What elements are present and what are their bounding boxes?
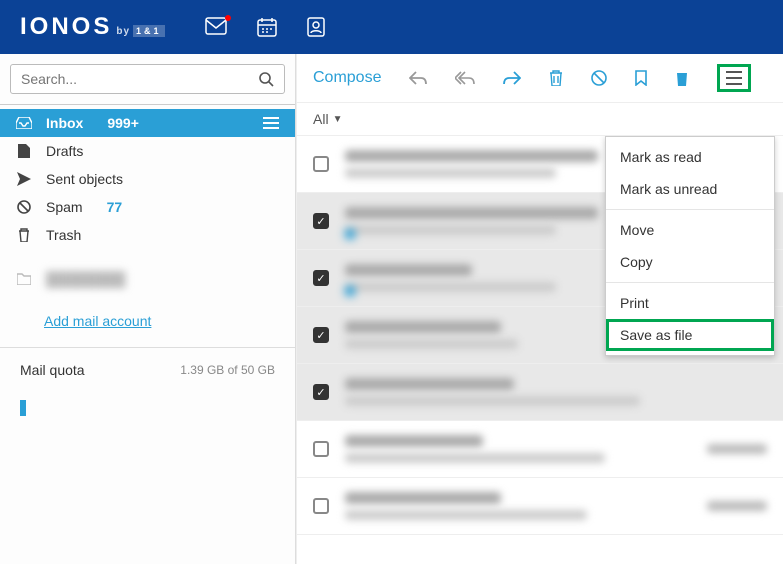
list-filter-bar: All ▼ bbox=[297, 103, 783, 136]
menu-separator bbox=[606, 209, 774, 210]
logo: IONOS by 1&1 bbox=[20, 13, 165, 41]
folder-spam-count: 77 bbox=[107, 199, 123, 215]
context-menu: Mark as read Mark as unread Move Copy Pr… bbox=[605, 136, 775, 356]
folder-spam[interactable]: Spam 77 bbox=[0, 193, 295, 221]
message-time bbox=[707, 501, 767, 511]
calendar-icon[interactable] bbox=[257, 17, 277, 37]
folder-inbox[interactable]: Inbox 999+ bbox=[0, 109, 295, 137]
menu-save-as-file[interactable]: Save as file bbox=[606, 319, 774, 351]
folder-drafts-label: Drafts bbox=[46, 143, 83, 159]
folder-custom-label: ████████ bbox=[46, 271, 125, 287]
main-pane: Compose bbox=[296, 54, 783, 564]
drafts-icon bbox=[16, 144, 32, 158]
menu-mark-read[interactable]: Mark as read bbox=[606, 141, 774, 173]
filter-all[interactable]: All bbox=[313, 111, 329, 127]
message-row[interactable] bbox=[297, 421, 783, 478]
message-row[interactable] bbox=[297, 478, 783, 535]
folder-inbox-label: Inbox bbox=[46, 115, 83, 131]
header-icons bbox=[205, 17, 325, 37]
checkbox[interactable] bbox=[313, 498, 329, 514]
notification-dot bbox=[225, 15, 231, 21]
folder-sent[interactable]: Sent objects bbox=[0, 165, 295, 193]
quota-text: 1.39 GB of 50 GB bbox=[180, 363, 275, 377]
folder-list: Inbox 999+ Drafts Sent objects bbox=[0, 105, 295, 293]
checkbox[interactable]: ✓ bbox=[313, 270, 329, 286]
toolbar: Compose bbox=[297, 54, 783, 103]
compose-button[interactable]: Compose bbox=[313, 69, 381, 87]
menu-copy[interactable]: Copy bbox=[606, 246, 774, 278]
sent-icon bbox=[16, 172, 32, 186]
block-icon[interactable] bbox=[591, 70, 607, 86]
folder-custom[interactable]: ████████ bbox=[0, 265, 295, 293]
search-input[interactable] bbox=[21, 71, 258, 87]
reply-icon[interactable] bbox=[409, 71, 427, 85]
search-icon[interactable] bbox=[258, 71, 274, 87]
mail-icon[interactable] bbox=[205, 17, 227, 37]
search-box[interactable] bbox=[10, 64, 285, 94]
quota-bar bbox=[20, 400, 275, 416]
spam-icon bbox=[16, 200, 32, 214]
checkbox[interactable]: ✓ bbox=[313, 384, 329, 400]
hamburger-icon bbox=[726, 71, 742, 85]
archive-icon[interactable] bbox=[675, 70, 689, 86]
message-time bbox=[707, 444, 767, 454]
logo-badge: 1&1 bbox=[133, 25, 165, 37]
reply-all-icon[interactable] bbox=[455, 71, 475, 85]
folder-icon bbox=[16, 273, 32, 285]
contacts-icon[interactable] bbox=[307, 17, 325, 37]
app-header: IONOS by 1&1 bbox=[0, 0, 783, 54]
quota-row: Mail quota 1.39 GB of 50 GB bbox=[0, 348, 295, 392]
bookmark-icon[interactable] bbox=[635, 70, 647, 86]
folder-inbox-count: 999+ bbox=[107, 115, 139, 131]
trash-icon bbox=[16, 228, 32, 242]
folder-menu-icon[interactable] bbox=[263, 117, 279, 129]
checkbox[interactable] bbox=[313, 156, 329, 172]
add-account[interactable]: Add mail account bbox=[0, 293, 295, 337]
sidebar: Inbox 999+ Drafts Sent objects bbox=[0, 54, 296, 564]
menu-mark-unread[interactable]: Mark as unread bbox=[606, 173, 774, 205]
folder-spam-label: Spam bbox=[46, 199, 83, 215]
folder-drafts[interactable]: Drafts bbox=[0, 137, 295, 165]
delete-icon[interactable] bbox=[549, 70, 563, 86]
menu-separator bbox=[606, 282, 774, 283]
folder-trash[interactable]: Trash bbox=[0, 221, 295, 249]
checkbox[interactable] bbox=[313, 441, 329, 457]
logo-sub: by bbox=[116, 26, 130, 37]
chevron-down-icon[interactable]: ▼ bbox=[333, 114, 343, 125]
forward-icon[interactable] bbox=[503, 71, 521, 85]
add-account-link[interactable]: Add mail account bbox=[44, 313, 151, 329]
more-menu-button[interactable] bbox=[717, 64, 751, 92]
folder-sent-label: Sent objects bbox=[46, 171, 123, 187]
message-row[interactable]: ✓ bbox=[297, 364, 783, 421]
menu-print[interactable]: Print bbox=[606, 287, 774, 319]
folder-trash-label: Trash bbox=[46, 227, 81, 243]
quota-label: Mail quota bbox=[20, 362, 85, 378]
checkbox[interactable]: ✓ bbox=[313, 327, 329, 343]
inbox-icon bbox=[16, 117, 32, 129]
message-list: Mark as read Mark as unread Move Copy Pr… bbox=[297, 136, 783, 564]
menu-move[interactable]: Move bbox=[606, 214, 774, 246]
checkbox[interactable]: ✓ bbox=[313, 213, 329, 229]
logo-text: IONOS bbox=[20, 13, 112, 41]
